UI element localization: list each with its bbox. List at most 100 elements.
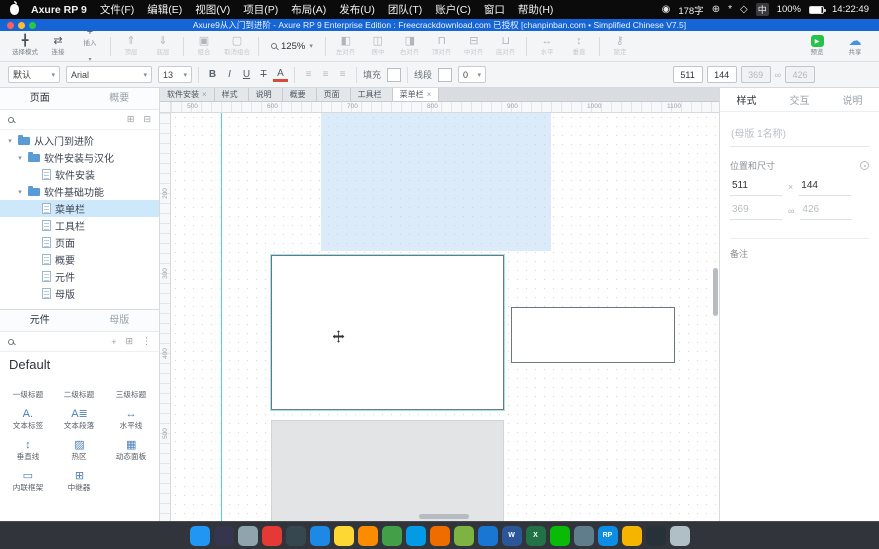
widget-item[interactable]: A≣ 文本段落: [54, 404, 106, 435]
page-tree-item[interactable]: 软件安装: [0, 166, 159, 183]
widget-item[interactable]: ↕ 垂直线: [2, 435, 54, 466]
toolbar-button[interactable]: [526, 37, 527, 56]
page-tree-item[interactable]: 元件: [0, 268, 159, 285]
widgets-panel-tab[interactable]: 元件: [0, 310, 80, 331]
status-icon[interactable]: ⊕: [712, 4, 720, 15]
document-tab[interactable]: 软件安装 ×: [160, 88, 215, 101]
widgets-panel-tab[interactable]: 母版: [80, 310, 160, 331]
status-icon[interactable]: ◉: [662, 4, 671, 15]
menu-item[interactable]: 视图(V): [195, 2, 230, 17]
page-tree-item[interactable]: 菜单栏: [0, 200, 159, 217]
toolbar-button[interactable]: [325, 37, 326, 56]
toolbar-button[interactable]: + 插入: [74, 25, 106, 67]
width-field-panel[interactable]: 511: [730, 178, 782, 196]
x-position-field[interactable]: 511: [673, 66, 703, 83]
document-tab[interactable]: 说明: [249, 88, 283, 101]
line-color-swatch[interactable]: [438, 68, 452, 82]
menu-item[interactable]: 文件(F): [100, 2, 134, 17]
tree-caret-icon[interactable]: ▾: [16, 188, 24, 196]
text-style-button[interactable]: A: [273, 68, 288, 82]
width-field-toolbar[interactable]: 369: [741, 66, 771, 83]
dock-app-icon[interactable]: [358, 526, 378, 546]
pages-action-icon[interactable]: ⊞: [127, 114, 135, 125]
inspector-tab[interactable]: 交互: [773, 88, 826, 111]
document-tab[interactable]: 页面: [317, 88, 351, 101]
dock-app-icon[interactable]: [286, 526, 306, 546]
dock-app-icon[interactable]: RP: [598, 526, 618, 546]
menu-item[interactable]: 发布(U): [339, 2, 375, 17]
x-field-panel[interactable]: 369: [730, 202, 782, 220]
toolbar-button[interactable]: ◧ 左对齐: [330, 34, 362, 58]
status-icon[interactable]: *: [728, 4, 732, 15]
dock-app-icon[interactable]: [670, 526, 690, 546]
page-tree-item[interactable]: 概要: [0, 251, 159, 268]
toolbar-button[interactable]: ⊔ 底对齐: [490, 34, 522, 58]
font-family-dropdown[interactable]: Arial: [66, 66, 152, 83]
text-style-button[interactable]: B: [205, 67, 220, 83]
widgets-action-icon[interactable]: ⊞: [125, 336, 133, 347]
toolbar-button[interactable]: ⇓ 底层: [147, 34, 179, 58]
widget-item[interactable]: A. 文本标签: [2, 404, 54, 435]
page-tree-item[interactable]: ▾ 软件安装与汉化: [0, 149, 159, 166]
dock-app-icon[interactable]: [406, 526, 426, 546]
y-position-field[interactable]: 144: [707, 66, 737, 83]
widget-item[interactable]: ⊞ 中继器: [54, 466, 106, 497]
tree-caret-icon[interactable]: ▾: [6, 137, 14, 145]
toolbar-button[interactable]: ⇑ 顶层: [115, 34, 147, 58]
pages-action-icon[interactable]: ⊟: [143, 114, 151, 125]
app-name-menu[interactable]: Axure RP 9: [31, 4, 87, 16]
document-tab[interactable]: 样式: [215, 88, 249, 101]
menu-item[interactable]: 团队(T): [388, 2, 422, 17]
font-size-dropdown[interactable]: 13: [158, 66, 192, 83]
apple-menu-icon[interactable]: [10, 4, 19, 15]
dock-app-icon[interactable]: [574, 526, 594, 546]
widget-item[interactable]: 二级标题: [54, 373, 106, 404]
toolbar-button[interactable]: ↔ 水平: [531, 34, 563, 58]
toolbar-button[interactable]: ⊓ 顶对齐: [426, 34, 458, 58]
toolbar-button[interactable]: ╋ 选择模式: [8, 34, 42, 58]
status-icon[interactable]: ◇: [740, 4, 748, 15]
dock-app-icon[interactable]: [478, 526, 498, 546]
text-align-button[interactable]: ≡: [301, 67, 316, 83]
page-tree-item[interactable]: ▾ 从入门到进阶: [0, 132, 159, 149]
widget-item[interactable]: 一级标题: [2, 373, 54, 404]
rectangle-widget-selected[interactable]: [271, 255, 504, 410]
dock-app-icon[interactable]: [214, 526, 234, 546]
inspector-tab[interactable]: 说明: [826, 88, 879, 111]
dock-app-icon[interactable]: [262, 526, 282, 546]
tree-caret-icon[interactable]: ▾: [16, 154, 24, 162]
widgets-action-icon[interactable]: +: [111, 337, 116, 347]
text-style-button[interactable]: T: [256, 67, 271, 83]
link-wh-icon[interactable]: ∞: [775, 70, 781, 80]
style-preset-dropdown[interactable]: 默认: [8, 66, 60, 83]
line-width-dropdown[interactable]: 0: [458, 66, 486, 83]
dock-app-icon[interactable]: [454, 526, 474, 546]
text-style-button[interactable]: U: [239, 67, 254, 83]
visibility-eye-icon[interactable]: [860, 161, 869, 170]
toolbar-button[interactable]: ⚷ 锁定: [604, 34, 636, 58]
input-method-icon[interactable]: 中: [756, 3, 769, 16]
document-tab[interactable]: 工具栏: [351, 88, 393, 101]
master-name-input[interactable]: (母版 1名称): [730, 122, 869, 147]
toolbar-button[interactable]: ↕ 垂直: [563, 34, 595, 58]
gray-rectangle-widget[interactable]: [271, 420, 504, 521]
menu-item[interactable]: 编辑(E): [147, 2, 182, 17]
canvas-horizontal-scrollbar[interactable]: [419, 514, 469, 519]
menu-bar-clock[interactable]: 14:22:49: [832, 4, 869, 15]
height-field-panel[interactable]: 144: [799, 178, 851, 196]
dock-app-icon[interactable]: [382, 526, 402, 546]
dock-app-icon[interactable]: [550, 526, 570, 546]
toolbar-button[interactable]: ⊟ 中对齐: [458, 34, 490, 58]
text-align-button[interactable]: ≡: [335, 67, 350, 83]
menu-item[interactable]: 帮助(H): [518, 2, 554, 17]
dock-app-icon[interactable]: W: [502, 526, 522, 546]
dock-app-icon[interactable]: [190, 526, 210, 546]
dock-app-icon[interactable]: [646, 526, 666, 546]
toolbar-button[interactable]: ⇄ 连接: [42, 34, 74, 58]
dock-app-icon[interactable]: [622, 526, 642, 546]
toolbar-button[interactable]: ◫ 居中: [362, 34, 394, 58]
toolbar-button[interactable]: [183, 37, 184, 56]
zoom-control[interactable]: 125%: [271, 41, 313, 52]
y-field-panel[interactable]: 426: [800, 202, 852, 220]
page-tree-item[interactable]: ▾ 软件基础功能: [0, 183, 159, 200]
